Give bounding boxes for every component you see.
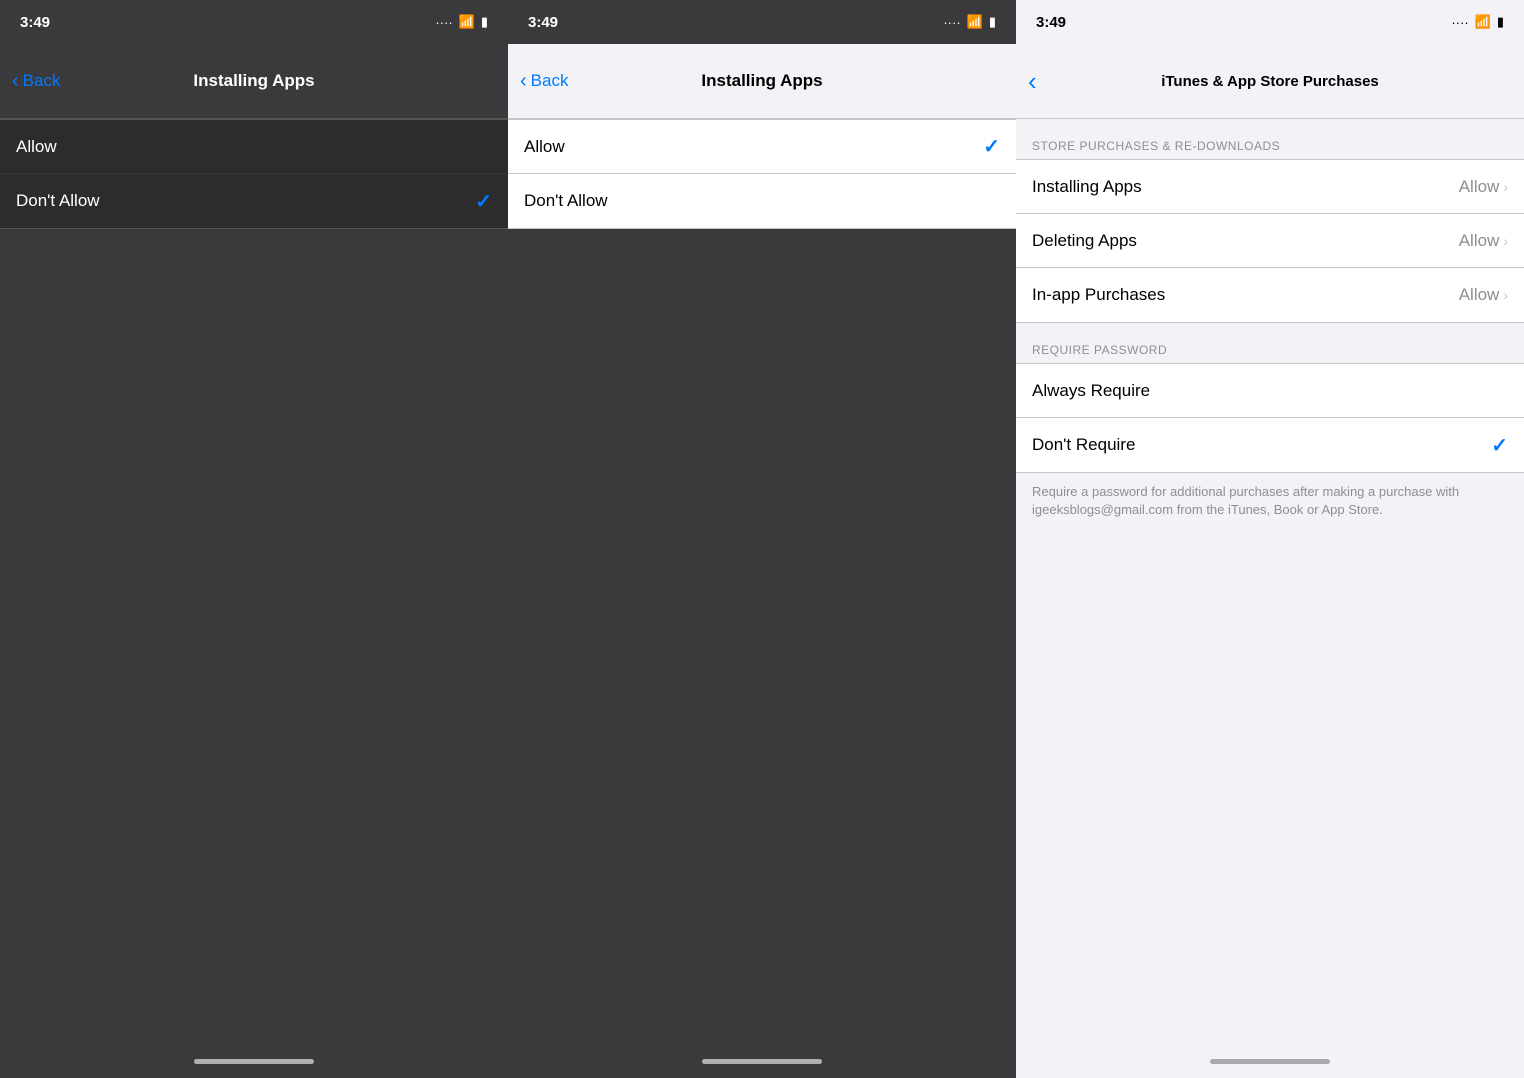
list-item-deleting-apps[interactable]: Deleting Apps Allow › xyxy=(1016,214,1524,268)
installing-apps-label: Installing Apps xyxy=(1032,177,1142,197)
nav-title-1: Installing Apps xyxy=(193,71,314,91)
section-header-password: REQUIRE PASSWORD xyxy=(1016,323,1524,363)
list-section-store: Installing Apps Allow › Deleting Apps Al… xyxy=(1016,159,1524,323)
nav-title-3: iTunes & App Store Purchases xyxy=(1161,73,1379,90)
wifi-icon-2: 📶 xyxy=(967,14,983,30)
wifi-icon-1: 📶 xyxy=(459,14,475,30)
status-icons-3: ···· 📶 ▮ xyxy=(1451,14,1504,30)
list-item-allow-2[interactable]: Allow ✓ xyxy=(508,120,1016,174)
list-item-dont-allow-2[interactable]: Don't Allow ✓ xyxy=(508,174,1016,228)
chevron-left-icon-1: ‹ xyxy=(12,70,19,93)
inapp-purchases-value: Allow xyxy=(1459,285,1500,305)
installing-apps-value: Allow xyxy=(1459,177,1500,197)
time-2: 3:49 xyxy=(528,14,558,31)
nav-bar-2: ‹ Back Installing Apps xyxy=(508,44,1016,119)
checkmark-dont-require: ✓ xyxy=(1491,433,1508,458)
chevron-left-icon-3: ‹ xyxy=(1028,66,1037,97)
battery-icon-3: ▮ xyxy=(1497,14,1504,30)
status-bar-1: 3:49 ···· 📶 ▮ xyxy=(0,0,508,44)
list-item-always-require[interactable]: Always Require ✓ xyxy=(1016,364,1524,418)
dark-fill-3 xyxy=(1016,539,1524,1044)
chevron-right-icon-installing: › xyxy=(1503,179,1508,195)
inapp-purchases-right: Allow › xyxy=(1459,285,1508,305)
wifi-icon-3: 📶 xyxy=(1475,14,1491,30)
dont-allow-label-1: Don't Allow xyxy=(16,191,100,211)
status-bar-3: 3:49 ···· 📶 ▮ xyxy=(1016,0,1524,44)
back-label-1: Back xyxy=(23,71,61,91)
deleting-apps-right: Allow › xyxy=(1459,231,1508,251)
panel-installing-apps-light: 3:49 ···· 📶 ▮ ‹ Back Installing Apps All… xyxy=(508,0,1016,1078)
chevron-right-icon-inapp: › xyxy=(1503,287,1508,303)
back-button-3[interactable]: ‹ xyxy=(1028,66,1041,97)
dont-allow-label-2: Don't Allow xyxy=(524,191,608,211)
section-header-store: STORE PURCHASES & RE-DOWNLOADS xyxy=(1016,119,1524,159)
dark-fill-1 xyxy=(0,229,508,1044)
list-item-installing-apps[interactable]: Installing Apps Allow › xyxy=(1016,160,1524,214)
allow-label-2: Allow xyxy=(524,137,565,157)
signal-icon-3: ···· xyxy=(1451,15,1468,30)
dont-require-label: Don't Require xyxy=(1032,435,1135,455)
list-section-password: Always Require ✓ Don't Require ✓ xyxy=(1016,363,1524,473)
deleting-apps-value: Allow xyxy=(1459,231,1500,251)
back-button-1[interactable]: ‹ Back xyxy=(12,70,60,93)
home-indicator-3 xyxy=(1016,1044,1524,1078)
nav-bar-1: ‹ Back Installing Apps xyxy=(0,44,508,119)
chevron-right-icon-deleting: › xyxy=(1503,233,1508,249)
list-item-dont-allow-1[interactable]: Don't Allow ✓ xyxy=(0,174,508,228)
installing-apps-right: Allow › xyxy=(1459,177,1508,197)
list-section-1: Allow ✓ Don't Allow ✓ xyxy=(0,119,508,229)
panel-itunes-purchases: 3:49 ···· 📶 ▮ ‹ iTunes & App Store Purch… xyxy=(1016,0,1524,1078)
back-label-2: Back xyxy=(531,71,569,91)
allow-label-1: Allow xyxy=(16,137,57,157)
section-footer-password: Require a password for additional purcha… xyxy=(1016,473,1524,539)
list-item-dont-require[interactable]: Don't Require ✓ xyxy=(1016,418,1524,472)
checkmark-dont-allow-1: ✓ xyxy=(475,189,492,214)
panel-installing-apps-dark: 3:49 ···· 📶 ▮ ‹ Back Installing Apps All… xyxy=(0,0,508,1078)
time-3: 3:49 xyxy=(1036,14,1066,31)
signal-icon-2: ···· xyxy=(943,15,960,30)
home-bar-3 xyxy=(1210,1059,1330,1064)
home-indicator-2 xyxy=(508,1044,1016,1078)
nav-bar-3: ‹ iTunes & App Store Purchases xyxy=(1016,44,1524,119)
list-section-2: Allow ✓ Don't Allow ✓ xyxy=(508,119,1016,229)
chevron-left-icon-2: ‹ xyxy=(520,70,527,93)
deleting-apps-label: Deleting Apps xyxy=(1032,231,1137,251)
list-item-allow-1[interactable]: Allow ✓ xyxy=(0,120,508,174)
back-button-2[interactable]: ‹ Back xyxy=(520,70,568,93)
home-indicator-1 xyxy=(0,1044,508,1078)
list-item-inapp-purchases[interactable]: In-app Purchases Allow › xyxy=(1016,268,1524,322)
signal-icon-1: ···· xyxy=(435,15,452,30)
nav-title-2: Installing Apps xyxy=(701,71,822,91)
status-icons-2: ···· 📶 ▮ xyxy=(943,14,996,30)
home-bar-1 xyxy=(194,1059,314,1064)
status-bar-2: 3:49 ···· 📶 ▮ xyxy=(508,0,1016,44)
inapp-purchases-label: In-app Purchases xyxy=(1032,285,1165,305)
dark-fill-2 xyxy=(508,229,1016,1044)
checkmark-allow-2: ✓ xyxy=(983,134,1000,159)
battery-icon-1: ▮ xyxy=(481,14,488,30)
always-require-label: Always Require xyxy=(1032,381,1150,401)
battery-icon-2: ▮ xyxy=(989,14,996,30)
status-icons-1: ···· 📶 ▮ xyxy=(435,14,488,30)
time-1: 3:49 xyxy=(20,14,50,31)
home-bar-2 xyxy=(702,1059,822,1064)
